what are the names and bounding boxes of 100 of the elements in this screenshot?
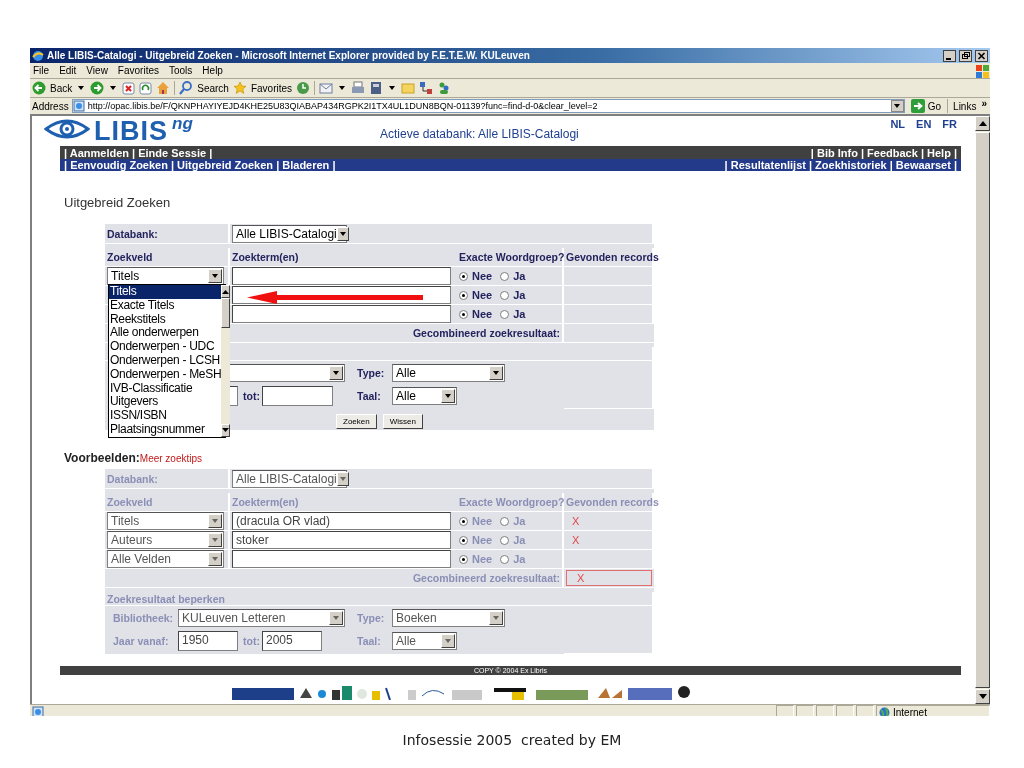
page-icon — [72, 100, 85, 112]
dropdown-option[interactable]: Onderwerpen - LCSH — [109, 354, 222, 368]
favorites-button[interactable]: Favorites — [250, 82, 293, 94]
radio-label: Nee — [472, 308, 493, 320]
field-label: Bibliotheek: — [113, 612, 175, 624]
scrollbar[interactable] — [221, 285, 231, 437]
language-link[interactable]: FR — [942, 118, 957, 130]
form-button[interactable]: Zoeken — [336, 413, 377, 429]
column-header: Gevonden records — [566, 251, 659, 263]
field-label: Taal: — [357, 390, 381, 402]
radio-label: Nee — [472, 270, 493, 282]
field-label: Taal: — [357, 635, 381, 647]
security-zone: Internet — [893, 706, 927, 716]
scrollbar[interactable] — [975, 116, 990, 704]
logo-text: LIBIS — [94, 117, 168, 145]
menu-item[interactable]: Edit — [59, 65, 77, 76]
form-button[interactable]: Wissen — [382, 413, 423, 429]
search-icon[interactable] — [179, 81, 194, 95]
home-icon[interactable] — [156, 81, 171, 95]
column-header: Zoekveld — [107, 496, 153, 508]
tips-link[interactable]: Meer zoektips — [139, 453, 203, 464]
more-chevron[interactable]: » — [981, 98, 990, 109]
radio-label: Ja — [513, 515, 526, 527]
menu-item[interactable]: File — [33, 65, 50, 76]
dropdown-option[interactable]: ISSN/ISBN — [109, 409, 222, 423]
menu-item[interactable]: Help — [202, 65, 223, 76]
menu-item[interactable]: View — [86, 65, 108, 76]
language-link[interactable]: EN — [916, 118, 932, 130]
help-links[interactable]: | Bib Info | Feedback | Help | — [810, 146, 957, 159]
input-field[interactable] — [232, 305, 451, 323]
section-header: Zoekresultaat beperken — [107, 592, 225, 605]
back-arrow-icon[interactable] — [32, 81, 46, 95]
go-button[interactable]: Go — [907, 99, 945, 113]
search-links[interactable]: | Eenvoudig Zoeken | Uitgebreid Zoeken | Bladeren | — [64, 159, 336, 171]
input-field[interactable] — [232, 267, 451, 285]
radio-button[interactable] — [459, 271, 468, 281]
stop-icon[interactable] — [122, 81, 136, 95]
refresh-icon[interactable] — [139, 81, 153, 95]
browser-icon — [32, 49, 44, 62]
select-field[interactable]: Alle LIBIS-Catalogi — [232, 224, 347, 243]
select-field[interactable]: Titels — [107, 267, 224, 285]
radio-label: Ja — [513, 534, 526, 546]
select-field[interactable]: Alle — [392, 364, 505, 382]
dropdown-option[interactable]: Onderwerpen - UDC — [109, 340, 222, 354]
star-icon[interactable] — [232, 81, 247, 95]
arrow-up-icon — [222, 289, 230, 294]
dropdown-option[interactable]: Alle onderwerpen — [109, 326, 222, 341]
dropdown-option[interactable]: Plaatsingsnummer — [109, 422, 222, 437]
field-label: Type: — [357, 367, 385, 379]
radio-button[interactable] — [500, 271, 510, 281]
column-header: Exacte Woordgroep? — [459, 496, 565, 508]
restore-icon[interactable] — [959, 49, 972, 62]
select-field[interactable]: Alle — [392, 387, 457, 405]
network-icon[interactable] — [419, 81, 434, 95]
radio-label: Nee — [472, 289, 493, 301]
result-links[interactable]: | Resultatenlijst | Zoekhistoriek | Bewaarset | — [724, 159, 957, 171]
column-header: Zoekterm(en) — [232, 496, 299, 508]
dropdown-option[interactable]: Titels — [109, 285, 222, 299]
field-label: Gecombineerd zoekresultaat: — [412, 327, 560, 339]
arrow-icon — [247, 291, 423, 304]
address-label: Address — [32, 100, 69, 112]
dropdown-option[interactable]: IVB-Classificatie — [109, 381, 222, 396]
radio-label: Ja — [513, 270, 526, 282]
field-label: Gecombineerd zoekresultaat: — [412, 572, 560, 584]
column-header: Zoekterm(en) — [232, 251, 299, 263]
address-field[interactable]: http://opac.libis.be/F/QKNPHAYIYEJD4KHE25U83QIABAP434RGPK2I1TX4UL1DUN8BQN-01139?func=find-d-0&clear_level=2 — [71, 99, 905, 113]
globe-icon — [879, 706, 890, 716]
radio-button[interactable] — [459, 290, 468, 300]
close-icon[interactable] — [975, 49, 988, 62]
eye-logo-icon — [44, 117, 90, 141]
radio-label: Nee — [472, 534, 493, 546]
back-button[interactable]: Back — [50, 82, 73, 94]
radio-button[interactable] — [459, 309, 468, 319]
input-field[interactable] — [262, 386, 333, 406]
window-title: Alle LIBIS-Catalogi - Uitgebreid Zoeken - Microsoft Internet Explorer provided by F.E.T.E.W. KULeuven — [47, 50, 531, 61]
printer-icon[interactable] — [351, 81, 366, 95]
search-button[interactable]: Search — [197, 82, 229, 94]
dropdown-option[interactable]: Uitgevers — [109, 395, 222, 410]
dropdown-option[interactable]: Onderwerpen - MeSH — [109, 367, 222, 382]
history-icon[interactable] — [296, 81, 311, 95]
radio-label: Ja — [513, 289, 526, 301]
logo-superscript: ng — [172, 117, 193, 131]
links-button[interactable]: Links — [951, 100, 979, 112]
minimize-icon[interactable] — [943, 49, 956, 62]
document-icon[interactable] — [369, 81, 384, 95]
field-label: Databank: — [107, 472, 158, 485]
scrollbar-thumb[interactable] — [221, 298, 231, 328]
arrow-up-icon — [978, 121, 987, 126]
radio-button[interactable] — [500, 290, 510, 300]
account-links[interactable]: | Aanmelden | Einde Sessie | — [64, 146, 213, 159]
menu-item[interactable]: Tools — [169, 65, 193, 76]
field-label: tot: — [243, 635, 260, 647]
slide-caption: Infosessie 2005 created by EM — [402, 732, 622, 748]
dropdown-option[interactable]: Reekstitels — [109, 312, 222, 327]
menu-item[interactable]: Favorites — [117, 65, 159, 76]
radio-button[interactable] — [500, 309, 510, 319]
field-label: Type: — [357, 612, 385, 624]
language-link[interactable]: NL — [890, 118, 906, 130]
dropdown-option[interactable]: Exacte Titels — [109, 298, 222, 313]
forward-arrow-icon[interactable] — [90, 81, 105, 95]
